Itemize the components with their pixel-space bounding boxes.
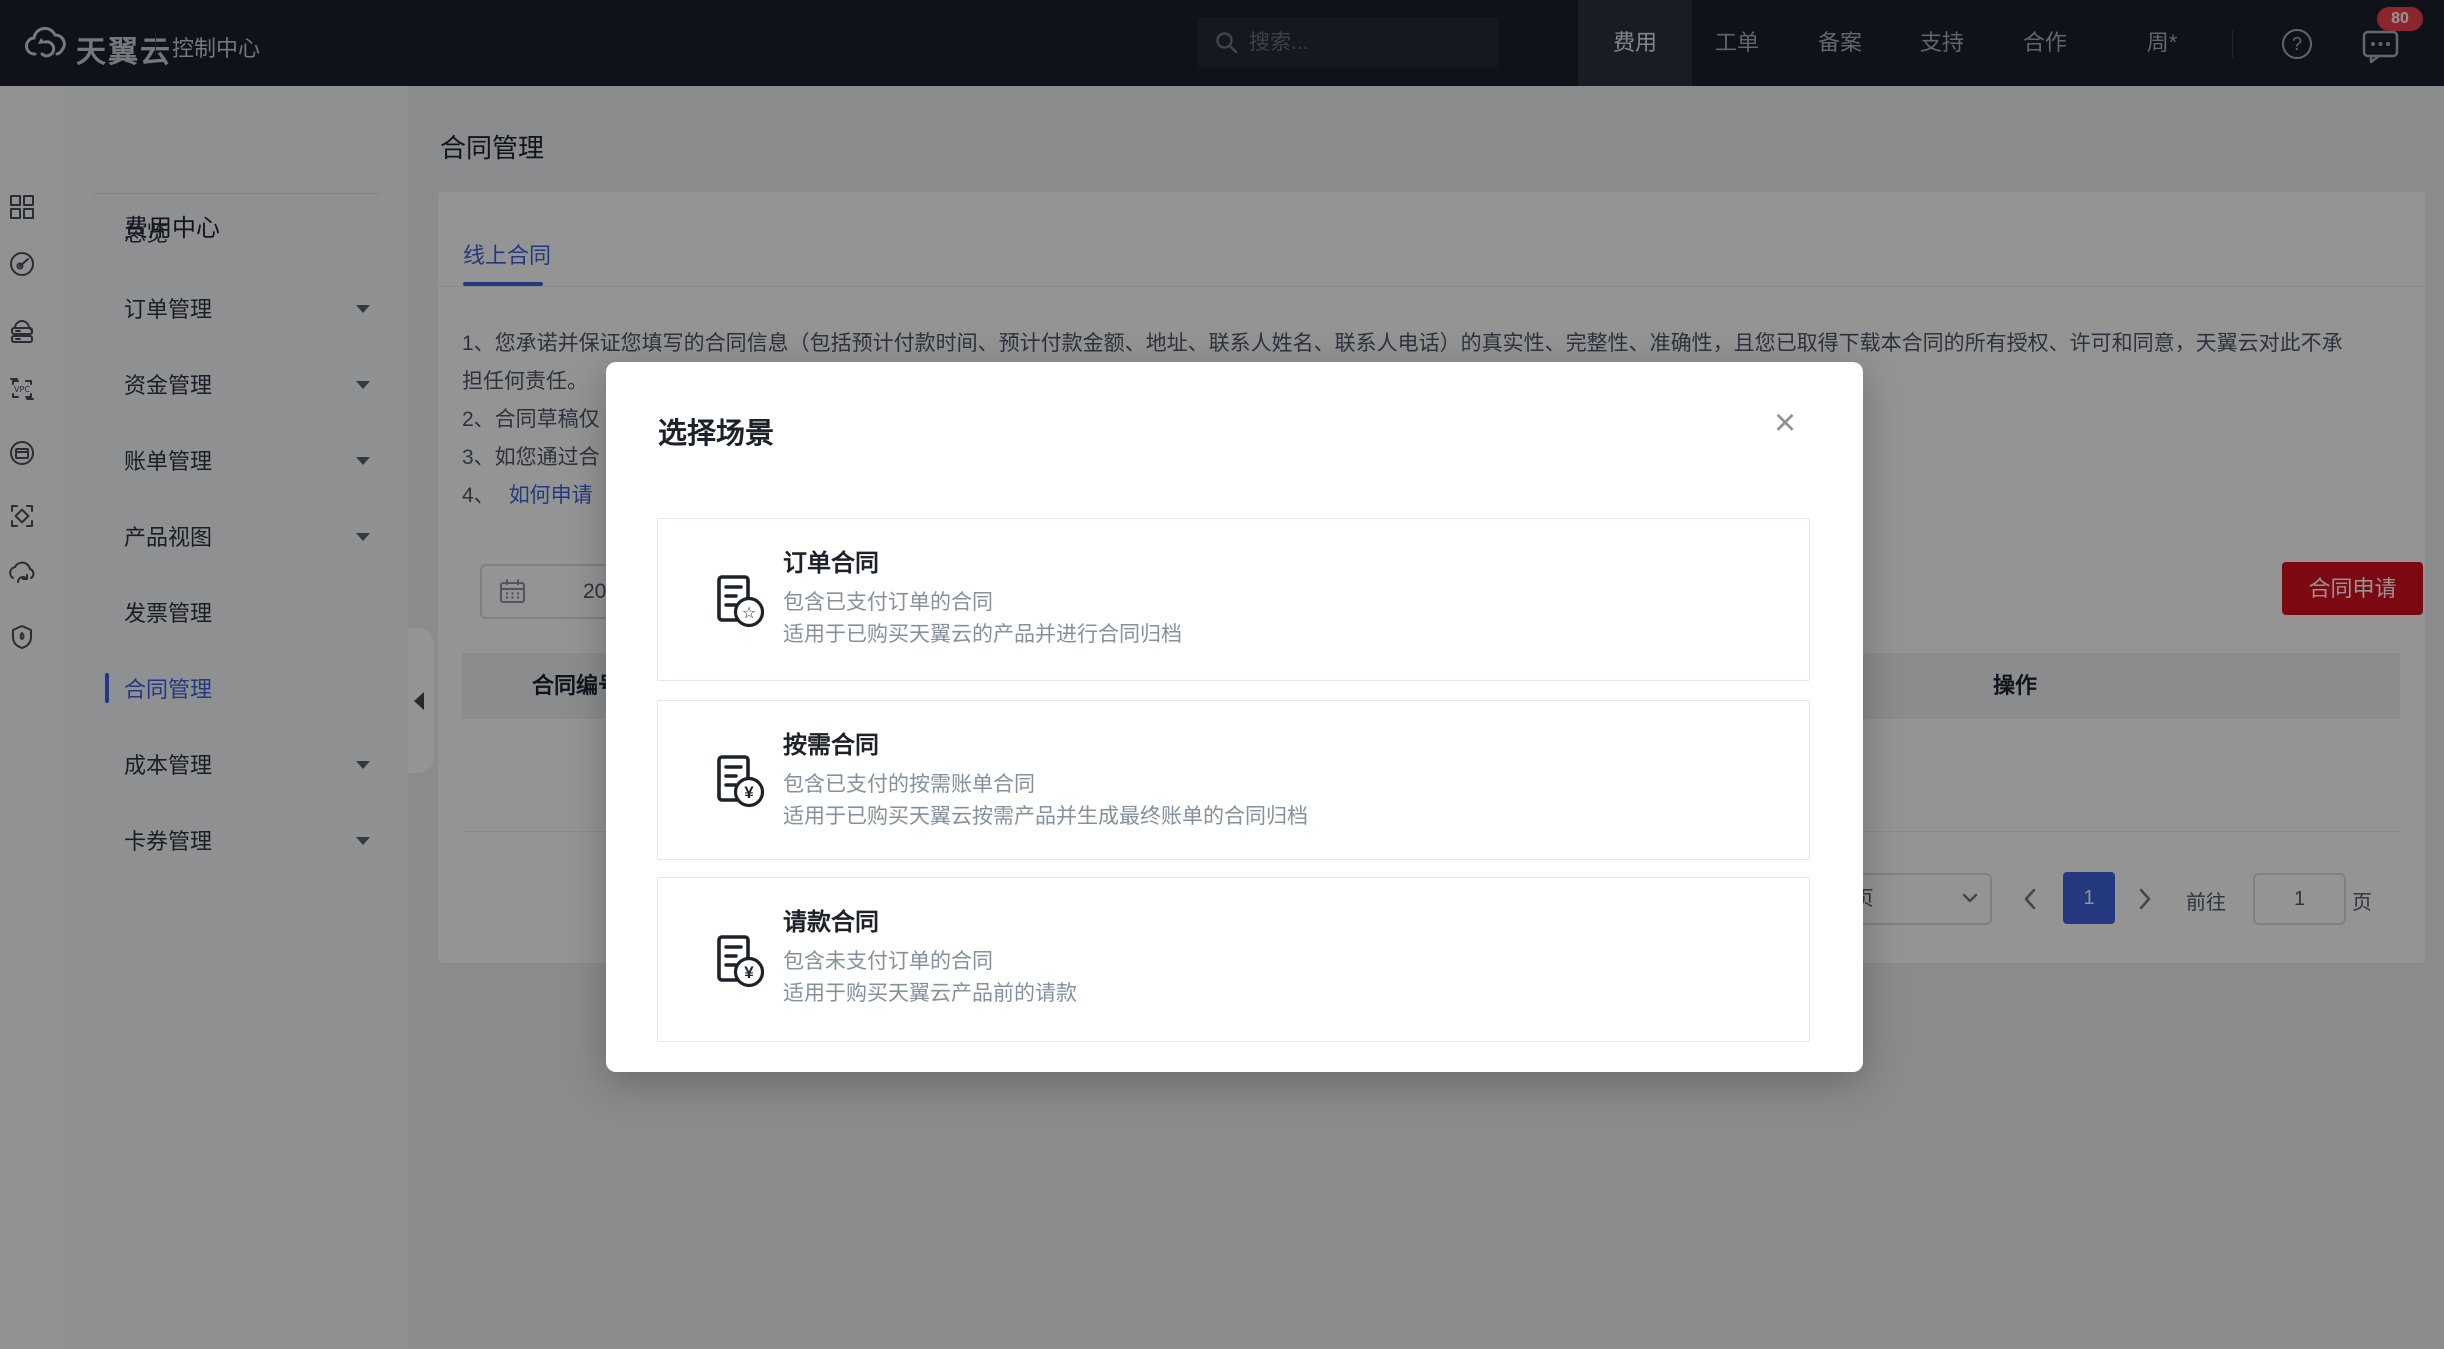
option-order-contract[interactable]: ☆ 订单合同 包含已支付订单的合同 适用于已购买天翼云的产品并进行合同归档: [657, 518, 1810, 681]
close-icon[interactable]: ×: [1774, 404, 1796, 442]
option-payment-request-contract[interactable]: ¥ 请款合同 包含未支付订单的合同 适用于购买天翼云产品前的请款: [657, 877, 1810, 1042]
option-title: 按需合同: [783, 729, 1308, 763]
option-desc-2: 适用于已购买天翼云按需产品并生成最终账单的合同归档: [783, 801, 1308, 833]
option-title: 请款合同: [783, 906, 1077, 940]
option-desc-1: 包含已支付的按需账单合同: [783, 769, 1308, 801]
option-title: 订单合同: [783, 547, 1182, 581]
option-desc-1: 包含已支付订单的合同: [783, 587, 1182, 619]
option-text: 按需合同 包含已支付的按需账单合同 适用于已购买天翼云按需产品并生成最终账单的合…: [783, 729, 1308, 833]
icon-badge-glyph: ¥: [744, 963, 754, 982]
option-desc-2: 适用于购买天翼云产品前的请款: [783, 978, 1077, 1010]
option-text: 请款合同 包含未支付订单的合同 适用于购买天翼云产品前的请款: [783, 906, 1077, 1010]
scenario-modal: 选择场景 × ☆ 订单合同 包含已支付订单的合同 适用于已购买天翼云的产品并进行…: [606, 362, 1863, 1072]
option-text: 订单合同 包含已支付订单的合同 适用于已购买天翼云的产品并进行合同归档: [783, 547, 1182, 651]
icon-badge-glyph: ☆: [742, 605, 756, 622]
modal-title: 选择场景: [658, 410, 774, 452]
option-desc-1: 包含未支付订单的合同: [783, 946, 1077, 978]
contract-yuan-icon: ¥: [708, 750, 766, 810]
option-desc-2: 适用于已购买天翼云的产品并进行合同归档: [783, 619, 1182, 651]
option-ondemand-contract[interactable]: ¥ 按需合同 包含已支付的按需账单合同 适用于已购买天翼云按需产品并生成最终账单…: [657, 700, 1810, 860]
icon-badge-glyph: ¥: [744, 783, 754, 802]
contract-yuan-icon: ¥: [708, 930, 766, 990]
contract-star-icon: ☆: [708, 570, 766, 630]
